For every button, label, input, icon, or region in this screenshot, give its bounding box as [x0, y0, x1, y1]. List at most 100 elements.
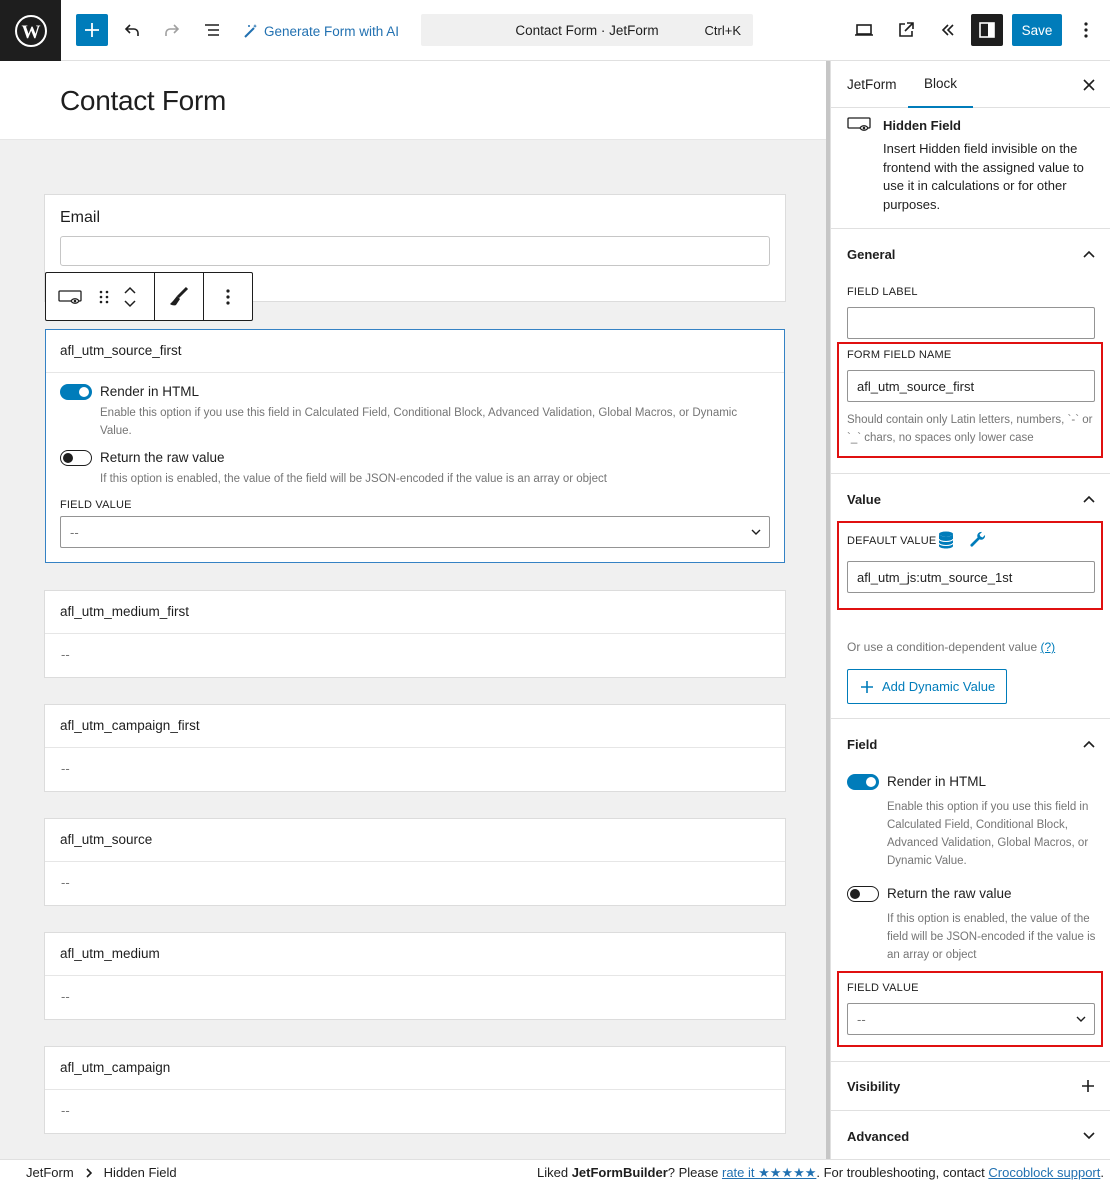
- hidden-field-name: afl_utm_campaign: [45, 1047, 785, 1090]
- email-field-label: Email: [60, 209, 101, 226]
- database-icon[interactable]: [938, 531, 954, 552]
- field-value-label: FIELD VALUE: [847, 982, 919, 994]
- double-chevron-left-icon[interactable]: [932, 14, 964, 46]
- breadcrumb-jetform[interactable]: JetForm: [26, 1165, 74, 1180]
- support-link[interactable]: Crocoblock support: [988, 1165, 1100, 1180]
- form-field-name-label: FORM FIELD NAME: [847, 349, 952, 361]
- breadcrumb-hidden-field[interactable]: Hidden Field: [104, 1165, 177, 1180]
- advanced-panel-toggle[interactable]: Advanced: [831, 1111, 1110, 1159]
- generate-form-ai-button[interactable]: Generate Form with AI: [243, 20, 399, 42]
- field-value-select[interactable]: --: [60, 516, 770, 548]
- hidden-field-block[interactable]: afl_utm_medium --: [44, 932, 786, 1020]
- value-panel-toggle[interactable]: Value: [831, 474, 1110, 524]
- footer-credit: Liked JetFormBuilder? Please rate it ★★★…: [537, 1165, 1104, 1181]
- hidden-field-value: --: [61, 761, 70, 776]
- chevron-right-icon: [86, 1167, 92, 1178]
- block-card-description: Insert Hidden field invisible on the fro…: [883, 141, 1084, 212]
- block-card-title: Hidden Field: [883, 118, 961, 133]
- chevron-down-icon: [751, 529, 761, 535]
- move-up-down-icon[interactable]: [112, 273, 148, 320]
- drag-handle-icon[interactable]: [96, 273, 112, 320]
- raw-value-label: Return the raw value: [887, 886, 1012, 901]
- page-title[interactable]: Contact Form: [60, 85, 226, 117]
- field-label-input[interactable]: [847, 307, 1095, 339]
- hidden-field-name: afl_utm_medium_first: [45, 591, 785, 634]
- email-input[interactable]: [60, 236, 770, 266]
- redo-icon[interactable]: [156, 14, 188, 46]
- add-block-button[interactable]: [76, 14, 108, 46]
- selected-hidden-field-block[interactable]: afl_utm_source_first Render in HTML Enab…: [45, 329, 785, 563]
- field-label-label: FIELD LABEL: [847, 286, 918, 298]
- render-html-label: Render in HTML: [887, 774, 987, 789]
- editor-top-bar: W Generate Form with AI Contact Form · J…: [0, 0, 1110, 61]
- value-panel-title: Value: [847, 491, 881, 507]
- hidden-field-block[interactable]: afl_utm_campaign_first --: [44, 704, 786, 792]
- render-html-help: Enable this option if you use this field…: [887, 801, 1089, 867]
- hidden-field-value: --: [61, 875, 70, 890]
- document-overview-icon[interactable]: [196, 14, 228, 46]
- advanced-panel-title: Advanced: [847, 1128, 910, 1144]
- brush-icon[interactable]: [155, 273, 203, 320]
- tab-block[interactable]: Block: [908, 61, 974, 108]
- field-panel-title: Field: [847, 736, 878, 752]
- visibility-panel-toggle[interactable]: Visibility: [831, 1061, 1110, 1111]
- shortcut-hint: Ctrl+K: [704, 22, 741, 38]
- field-value-selected: --: [857, 1011, 866, 1027]
- credit-trouble: . For troubleshooting, contact: [816, 1165, 989, 1180]
- breadcrumb: JetForm Hidden Field: [26, 1165, 177, 1180]
- raw-value-help: If this option is enabled, the value of …: [887, 913, 1096, 961]
- settings-sidebar: JetForm Block Hidden Field Insert Hidden…: [830, 61, 1110, 1159]
- render-html-label: Render in HTML: [100, 384, 200, 399]
- plus-icon: [861, 680, 873, 693]
- hidden-field-name: afl_utm_medium: [45, 933, 785, 976]
- wrench-icon[interactable]: [969, 531, 987, 552]
- hidden-field-name: afl_utm_source_first: [46, 330, 784, 373]
- hidden-field-name: afl_utm_campaign_first: [45, 705, 785, 748]
- save-button[interactable]: Save: [1012, 14, 1062, 46]
- field-value-select[interactable]: --: [847, 1003, 1095, 1035]
- raw-value-toggle[interactable]: [847, 886, 879, 902]
- raw-value-help: If this option is enabled, the value of …: [100, 473, 607, 485]
- settings-sidebar-toggle[interactable]: [971, 14, 1003, 46]
- credit-end: .: [1100, 1165, 1104, 1180]
- editor-footer: JetForm Hidden Field Liked JetFormBuilde…: [0, 1159, 1110, 1184]
- hidden-field-block[interactable]: afl_utm_source --: [44, 818, 786, 906]
- title-area: Contact Form: [0, 61, 828, 140]
- default-value-input[interactable]: afl_utm_js:utm_source_1st: [847, 561, 1095, 593]
- wordpress-logo-icon[interactable]: W: [0, 0, 61, 61]
- block-options-icon[interactable]: [204, 273, 252, 320]
- block-options-group: [204, 273, 252, 320]
- more-options-icon[interactable]: [1070, 14, 1102, 46]
- field-panel-toggle[interactable]: Field: [831, 719, 1110, 769]
- sidebar-icon: [979, 22, 995, 38]
- render-html-toggle[interactable]: [847, 774, 879, 790]
- view-desktop-icon[interactable]: [848, 14, 880, 46]
- field-value-label: FIELD VALUE: [60, 499, 132, 511]
- chevron-up-icon: [1083, 740, 1095, 748]
- credit-please: ? Please: [667, 1165, 722, 1180]
- help-link[interactable]: (?): [1040, 640, 1055, 654]
- render-html-toggle[interactable]: [60, 384, 92, 400]
- condition-value-text: Or use a condition-dependent value: [847, 640, 1038, 654]
- document-title: Contact Form · JetForm: [515, 22, 659, 38]
- general-panel-toggle[interactable]: General: [831, 229, 1110, 279]
- chevron-down-icon: [1083, 1132, 1095, 1140]
- undo-icon[interactable]: [116, 14, 148, 46]
- hidden-field-block[interactable]: afl_utm_campaign --: [44, 1046, 786, 1134]
- plus-icon: [1082, 1080, 1094, 1092]
- form-field-name-input[interactable]: afl_utm_source_first: [847, 370, 1095, 402]
- add-dynamic-value-button[interactable]: Add Dynamic Value: [847, 669, 1007, 704]
- hidden-field-block[interactable]: afl_utm_medium_first --: [44, 590, 786, 678]
- chevron-up-icon: [1083, 250, 1095, 258]
- raw-value-toggle[interactable]: [60, 450, 92, 466]
- command-palette-button[interactable]: Contact Form · JetForm Ctrl+K: [421, 14, 753, 46]
- close-icon[interactable]: [1077, 73, 1101, 97]
- hidden-field-value: --: [61, 989, 70, 1004]
- visibility-panel-title: Visibility: [847, 1078, 901, 1094]
- render-html-help: Enable this option if you use this field…: [100, 407, 738, 437]
- rate-link[interactable]: rate it ★★★★★: [722, 1165, 816, 1180]
- hidden-field-block-icon[interactable]: [46, 273, 96, 320]
- add-dynamic-label: Add Dynamic Value: [882, 679, 996, 694]
- tab-jetform[interactable]: JetForm: [831, 61, 913, 108]
- external-link-icon[interactable]: [890, 14, 922, 46]
